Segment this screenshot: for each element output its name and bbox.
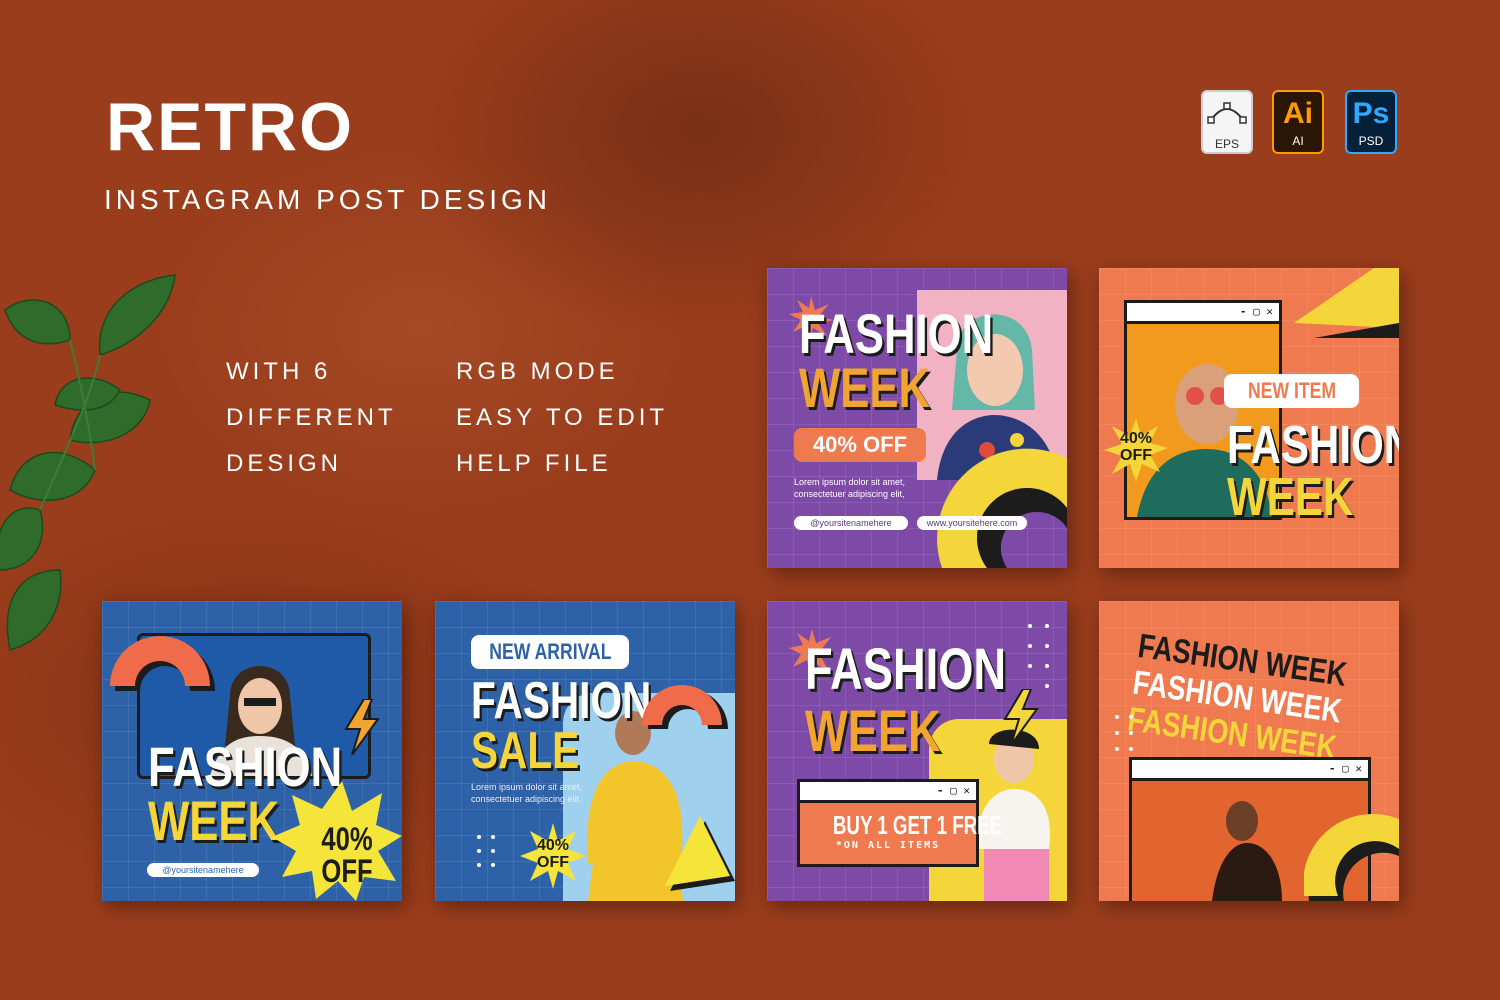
badge-off: OFF xyxy=(1120,447,1152,464)
post-headline-line1: FASHION xyxy=(805,637,1007,702)
dot-pattern-decoration xyxy=(1115,715,1133,751)
badge-percent: 40% xyxy=(536,837,570,854)
window-controls: - ▢ ✕ xyxy=(1127,303,1279,324)
post-card-4[interactable]: NEW ARRIVAL FASHION SALE Lorem ipsum dol… xyxy=(435,601,735,901)
file-type-label: EPS xyxy=(1214,137,1239,151)
illustrator-icon: Ai AI xyxy=(1272,90,1324,154)
file-type-mark: Ps xyxy=(1352,97,1390,130)
new-arrival-tag: NEW ARRIVAL xyxy=(471,635,629,669)
feature-item: WITH 6 xyxy=(226,358,332,385)
window-controls: - ▢ ✕ xyxy=(800,782,976,803)
handle-pill[interactable]: @yoursitenamehere xyxy=(794,516,908,530)
dot-pattern-decoration xyxy=(477,835,495,867)
page-subtitle: INSTAGRAM POST DESIGN xyxy=(104,184,552,215)
tag-text: NEW ARRIVAL xyxy=(488,639,612,664)
semicircle-shape xyxy=(110,636,215,691)
feature-item: HELP FILE xyxy=(456,450,612,477)
feature-list-right: RGB MODE EASY TO EDIT HELP FILE xyxy=(456,356,668,494)
triangle-shape xyxy=(1294,268,1399,338)
tag-text: NEW ITEM xyxy=(1247,378,1336,403)
browser-window-frame: - ▢ ✕ BUY 1 GET 1 FREE *ON ALL ITEMS xyxy=(797,779,1002,867)
vector-pen-icon: EPS xyxy=(1201,90,1253,154)
post-body-text: Lorem ipsum dolor sit amet, consectetuer… xyxy=(794,477,906,499)
post-headline-line1: FASHION xyxy=(799,302,994,365)
post-card-5[interactable]: FASHION WEEK - ▢ ✕ BUY 1 GET 1 FREE *ON … xyxy=(767,601,1067,901)
file-type-label: PSD xyxy=(1358,134,1384,148)
page-title: RETRO xyxy=(106,89,354,165)
feature-item: EASY TO EDIT xyxy=(456,404,669,431)
badge-percent: 40% xyxy=(321,821,373,857)
feature-list-left: WITH 6 DIFFERENT DESIGN xyxy=(226,356,397,494)
discount-badge: 40% OFF xyxy=(307,823,387,887)
post-body-text: Lorem ipsum dolor sit amet, consectetuer… xyxy=(471,782,583,804)
post-headline-line1: FASHION xyxy=(471,672,652,730)
semicircle-shape xyxy=(642,685,728,729)
website-pill[interactable]: www.yoursitehere.com xyxy=(917,516,1027,530)
semicircle-shape xyxy=(937,448,1067,568)
badge-percent: 40% xyxy=(1119,430,1153,447)
post-card-6[interactable]: FASHION WEEK FASHION WEEK FASHION WEEK -… xyxy=(1099,601,1399,901)
discount-badge: 40% OFF xyxy=(520,837,586,871)
offer-text: BUY 1 GET 1 FREE xyxy=(800,810,1002,841)
dot-pattern-decoration xyxy=(1028,624,1049,688)
post-headline-line2: WEEK xyxy=(799,356,931,419)
semicircle-shape xyxy=(1304,813,1399,901)
discount-badge: 40% OFF xyxy=(1104,430,1168,464)
pen-path-icon xyxy=(1207,102,1247,124)
triangle-shape xyxy=(665,816,735,891)
feature-item: DESIGN xyxy=(226,450,343,477)
repeated-headline: FASHION WEEK FASHION WEEK FASHION WEEK xyxy=(1125,627,1399,775)
new-item-tag: NEW ITEM xyxy=(1224,374,1359,408)
post-headline-line2: WEEK xyxy=(805,699,941,764)
post-headline-line2: WEEK xyxy=(148,789,280,852)
offer-note: *ON ALL ITEMS xyxy=(835,840,941,851)
handle-pill[interactable]: @yoursitenamehere xyxy=(147,863,259,877)
post-headline-line1: FASHION xyxy=(1227,415,1399,475)
window-controls: - ▢ ✕ xyxy=(1132,760,1368,781)
feature-item: DIFFERENT xyxy=(226,404,397,431)
offer-label: BUY 1 GET 1 FREE xyxy=(832,810,1003,840)
photoshop-icon: Ps PSD xyxy=(1345,90,1397,154)
post-card-3[interactable]: FASHION WEEK 40% OFF @yoursitenamehere xyxy=(102,601,402,901)
discount-badge: 40% OFF xyxy=(794,428,926,462)
file-type-mark: Ai xyxy=(1283,97,1313,130)
post-headline-line2: SALE xyxy=(471,722,580,780)
post-headline-line2: WEEK xyxy=(1227,467,1354,527)
lightning-icon xyxy=(344,699,380,755)
file-type-label: AI xyxy=(1292,134,1304,148)
post-card-2[interactable]: - ▢ ✕ NEW ITEM FASHION WEEK 40% OFF xyxy=(1099,268,1399,568)
badge-off: OFF xyxy=(321,853,373,889)
badge-off: OFF xyxy=(537,854,569,871)
feature-item: RGB MODE xyxy=(456,358,619,385)
post-card-1[interactable]: FASHION WEEK 40% OFF Lorem ipsum dolor s… xyxy=(767,268,1067,568)
